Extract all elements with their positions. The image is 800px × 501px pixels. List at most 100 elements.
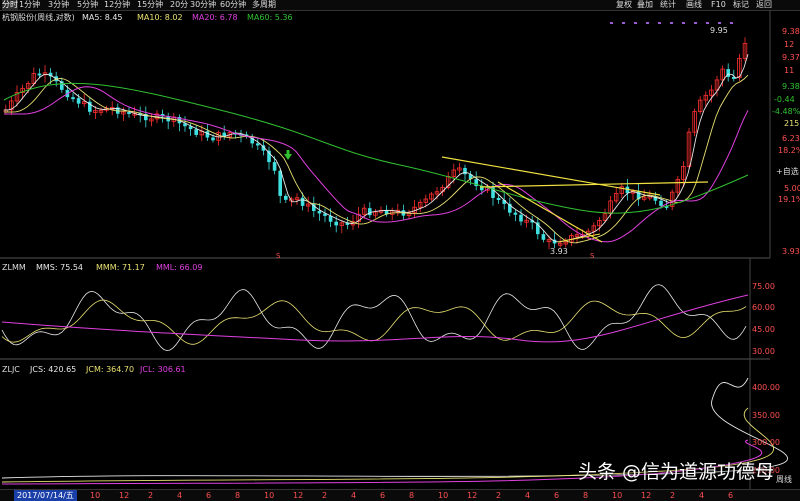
weekly-label: 周线 (776, 475, 792, 484)
peak-guide-dot (730, 22, 733, 24)
mmm-label: MMM: 71.17 (96, 263, 145, 272)
candle-body (541, 234, 546, 240)
trough-price-label: 3.93 (550, 247, 568, 256)
date-tick: 6 (554, 491, 560, 500)
add-watchlist-button[interactable]: +自选 (776, 166, 799, 177)
ma20-line (4, 86, 749, 243)
buy-arrow-icon (286, 150, 290, 154)
date-tick: 12 (293, 491, 304, 500)
zljc-axis-value: 300.00 (752, 438, 780, 447)
candle-body (256, 143, 260, 146)
zljc-axis-value: 350.00 (752, 411, 780, 420)
right-axis-value: 5.00 (784, 184, 800, 193)
zlmm-indicator-name[interactable]: ZLMM (2, 262, 26, 273)
right-axis-value: 19.1% (778, 195, 800, 204)
mmm-line (1, 299, 747, 345)
date-tick: 2 (322, 491, 328, 500)
right-axis-value: 215 (784, 119, 800, 128)
peak-guide-dot (670, 22, 673, 24)
date-tick: 10 (264, 491, 275, 500)
zljc-indicator-name[interactable]: ZLJC (2, 364, 20, 375)
peak-guide-dot (718, 22, 721, 24)
date-tick: 6 (728, 491, 734, 500)
zlmm-axis-value: 60.00 (752, 303, 775, 312)
candle-body (194, 129, 198, 135)
date-tick: 6 (380, 491, 386, 500)
candle-body (205, 131, 210, 138)
date-tick: 8 (409, 491, 415, 500)
candle-body (76, 98, 81, 104)
peak-price-label: 9.95 (710, 26, 728, 35)
date-tick: 4 (177, 491, 183, 500)
buy-arrow-icon (284, 154, 292, 160)
ma10-label: MA10: 8.02 (137, 13, 183, 22)
stock-name-label: 杭钢股份(周线,对数) (2, 13, 75, 22)
date-tick: 6 (206, 491, 212, 500)
right-axis-value: -4.48% (772, 107, 800, 116)
candle-body (284, 195, 288, 200)
trendline (497, 181, 603, 243)
right-axis-value: 9.38 (782, 27, 800, 36)
trendline (441, 156, 661, 196)
date-tick: 2 (496, 491, 502, 500)
candle-body (211, 137, 215, 141)
right-axis-value: 6.23 (782, 134, 800, 143)
date-tick: 8 (235, 491, 241, 500)
date-tick: 12 (467, 491, 478, 500)
candle-body (278, 170, 282, 196)
zljc-axis-value: 400.00 (752, 383, 780, 392)
date-tick: 2 (670, 491, 676, 500)
ma60-label: MA60: 5.36 (247, 13, 293, 22)
right-axis-value: 9.37 (782, 53, 800, 62)
signal-marker-s-1: S (276, 252, 281, 260)
date-tick: 10 (612, 491, 623, 500)
zlmm-axis-value: 30.00 (752, 347, 775, 356)
zlmm-axis-value: 45.00 (752, 325, 775, 334)
trendline (479, 181, 709, 188)
mms-label: MMS: 75.54 (36, 263, 84, 272)
peak-guide-dot (646, 22, 649, 24)
date-tick: 4 (699, 491, 705, 500)
date-tick: 2 (148, 491, 154, 500)
date-tick: 12 (119, 491, 130, 500)
right-axis-value: 12 (784, 40, 795, 49)
zlmm-axis-value: 75.00 (752, 282, 775, 291)
kline-chart-canvas[interactable] (0, 0, 800, 500)
peak-guide-dot (658, 22, 661, 24)
candle-body (519, 214, 523, 222)
peak-guide-dot (694, 22, 697, 24)
date-tick: 10 (90, 491, 101, 500)
candle-body (37, 73, 42, 76)
candle-body (317, 210, 322, 214)
peak-guide-dot (610, 22, 613, 24)
cursor-date-label: 2017/07/14/五 (14, 490, 77, 501)
ma20-label: MA20: 6.78 (192, 13, 238, 22)
watermark: 头条 @信为道源功德母 (578, 461, 775, 483)
ma60-line (3, 82, 749, 214)
date-tick: 10 (438, 491, 449, 500)
right-axis-value: 3.93 (782, 247, 800, 256)
jcl-label: JCL: 306.61 (140, 365, 186, 374)
candle-body (300, 197, 305, 206)
peak-guide-dot (682, 22, 685, 24)
ma5-line (4, 54, 749, 243)
date-tick: 4 (351, 491, 357, 500)
candle-body (463, 167, 467, 175)
mml-line (1, 294, 749, 343)
peak-guide-dot (634, 22, 637, 24)
ma5-label: MA5: 8.45 (82, 13, 123, 22)
signal-marker-s-2: S (590, 252, 595, 260)
jcs-label: JCS: 420.65 (30, 365, 77, 374)
candle-body (368, 208, 372, 216)
candle-body (272, 162, 277, 171)
candle-body (659, 200, 663, 206)
date-axis: 2017/07/14/五 10 12 2 4 6 8 10 12 2 4 6 8 10 12 2 4 6 8 10 1… (0, 489, 800, 501)
date-tick: 4 (525, 491, 531, 500)
right-axis-value: 18.2% (778, 146, 800, 155)
mml-label: MML: 66.09 (156, 263, 203, 272)
candle-body (334, 221, 338, 226)
right-axis-value: 9.38 (782, 82, 800, 91)
candle-body (496, 197, 501, 201)
date-tick: 12 (641, 491, 652, 500)
peak-guide-dot (622, 22, 625, 24)
